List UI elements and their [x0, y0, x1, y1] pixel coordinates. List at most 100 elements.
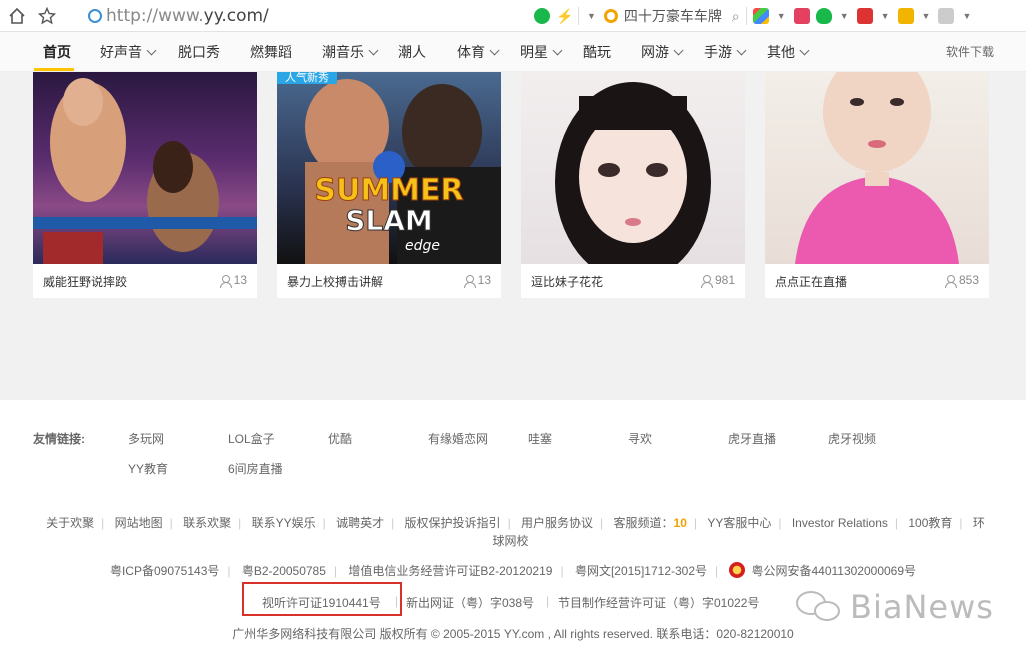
card-title[interactable]: 点点正在直播: [775, 273, 847, 290]
friend-link[interactable]: 多玩网: [128, 430, 164, 447]
nav-item-voice[interactable]: 好声音: [100, 42, 157, 62]
extension-green-icon[interactable]: [534, 8, 550, 24]
friend-link[interactable]: 虎牙直播: [728, 430, 776, 447]
highlight-box: [242, 582, 402, 616]
footer-link[interactable]: 诚聘英才: [336, 516, 384, 530]
service-channel[interactable]: 客服频道：10: [614, 516, 687, 530]
chevron-down-icon[interactable]: ▼: [962, 11, 971, 21]
chevron-down-icon: [673, 45, 684, 55]
hot-search[interactable]: 四十万豪车车牌 ⌕: [603, 6, 740, 26]
friend-link[interactable]: 虎牙视频: [828, 430, 876, 447]
apps-icon[interactable]: [752, 8, 769, 24]
reader-icon[interactable]: [856, 8, 873, 24]
star-icon[interactable]: [34, 3, 60, 29]
license-text[interactable]: 粤B2-20050785: [242, 564, 326, 578]
footer-link[interactable]: Investor Relations: [792, 516, 888, 530]
card-title[interactable]: 威能狂野说摔跤: [43, 273, 127, 290]
poster-sponsor: edge: [405, 238, 440, 254]
nav-item-cool[interactable]: 酷玩: [583, 42, 611, 62]
license-text[interactable]: 粤ICP备09075143号: [110, 564, 219, 578]
divider: [578, 7, 579, 25]
footer-link[interactable]: 版权保护投诉指引: [405, 516, 501, 530]
live-thumbnail[interactable]: SUMMER SLAM edge 人气新秀: [277, 72, 501, 264]
home-icon[interactable]: [4, 3, 30, 29]
friend-link[interactable]: 6间房直播: [228, 460, 283, 477]
nav-item-sports[interactable]: 体育: [457, 42, 500, 62]
viewer-icon: [219, 274, 232, 288]
divider: |: [546, 594, 550, 608]
streamer-image: [555, 82, 711, 264]
nav-item-dance[interactable]: 燃舞蹈: [250, 42, 292, 62]
nav-item-talkshow[interactable]: 脱口秀: [178, 42, 220, 62]
service-label: 客服频道：: [613, 516, 674, 530]
chevron-down-icon[interactable]: ▼: [881, 11, 890, 21]
footer-link[interactable]: 联系YY娱乐: [252, 516, 316, 530]
divider: |: [333, 564, 338, 578]
viewer-icon: [944, 274, 957, 288]
wrestler-image: [33, 78, 257, 264]
summerslam-poster: SUMMER SLAM edge: [305, 79, 501, 264]
streamer-image: [795, 72, 959, 264]
footer-link[interactable]: 关于欢聚: [46, 516, 94, 530]
shield-icon[interactable]: [815, 8, 832, 24]
wechat-icon: [796, 589, 842, 625]
nav-label: 其他: [767, 44, 795, 60]
license-text[interactable]: 粤公网安备44011302000069号: [751, 564, 916, 578]
license-text[interactable]: 粤网文[2015]1712-302号: [575, 564, 707, 578]
divider: |: [560, 564, 564, 578]
live-card[interactable]: 威能狂野说摔跤 13: [33, 72, 257, 298]
footer-link[interactable]: 网站地图: [115, 516, 163, 530]
chevron-down-icon[interactable]: ▼: [587, 11, 596, 21]
nav-item-music[interactable]: 潮音乐: [322, 42, 379, 62]
image-icon[interactable]: [938, 8, 955, 24]
divider: |: [391, 516, 395, 530]
chevron-down-icon: [146, 45, 157, 55]
download-link[interactable]: 软件下载: [946, 43, 994, 60]
friend-link[interactable]: LOL盒子: [228, 430, 275, 447]
address-bar[interactable]: http://www.yy.com/: [88, 4, 608, 28]
nav-item-other[interactable]: 其他: [767, 42, 810, 62]
divider: |: [894, 516, 899, 530]
divider: |: [227, 564, 231, 578]
chevron-down-icon[interactable]: ▼: [922, 11, 931, 21]
nav-label: 好声音: [100, 44, 142, 60]
live-card[interactable]: 逗比妹子花花 981: [521, 72, 745, 298]
license-text[interactable]: 新出网证（粤）字038号: [406, 594, 534, 611]
live-thumbnail[interactable]: [33, 72, 257, 264]
viewer-count-value: 13: [477, 273, 491, 287]
footer-link[interactable]: YY客服中心: [707, 516, 771, 530]
license-text[interactable]: 增值电信业务经营许可证B2-20120219: [348, 564, 552, 578]
license-text[interactable]: 节目制作经营许可证（粤）字01022号: [558, 594, 759, 611]
chevron-down-icon[interactable]: ▼: [840, 11, 849, 21]
screenshot-icon[interactable]: [897, 8, 914, 24]
chevron-down-icon[interactable]: ▼: [777, 11, 786, 21]
nav-item-mobilegame[interactable]: 手游: [704, 42, 747, 62]
friend-link[interactable]: 有缘婚恋网: [428, 430, 488, 447]
live-card[interactable]: SUMMER SLAM edge 人气新秀 暴力上校搏击讲解 13: [277, 72, 501, 298]
footer: 友情链接: 多玩网 LOL盒子 优酷 有缘婚恋网 哇塞 寻欢 虎牙直播 虎牙视频…: [0, 400, 1026, 666]
nav-item-stars[interactable]: 明星: [520, 42, 563, 62]
divider: |: [715, 564, 719, 578]
live-card[interactable]: 点点正在直播 853: [765, 72, 989, 298]
footer-link[interactable]: 100教育: [908, 516, 952, 530]
card-title[interactable]: 暴力上校搏击讲解: [287, 273, 383, 290]
browser-tools: ⚡ ▼ 四十万豪车车牌 ⌕ ▼ ▼ ▼ ▼ ▼: [534, 3, 973, 29]
live-thumbnail[interactable]: [765, 72, 989, 264]
lightning-icon[interactable]: ⚡: [556, 8, 573, 24]
friend-link[interactable]: 寻欢: [628, 430, 652, 447]
viewer-count: 13: [219, 273, 247, 288]
nav-item-trend[interactable]: 潮人: [398, 42, 426, 62]
nav-label: 明星: [520, 44, 548, 60]
nav-item-netgame[interactable]: 网游: [641, 42, 684, 62]
footer-link[interactable]: 联系欢聚: [183, 516, 231, 530]
copyright: 广州华多网络科技有限公司 版权所有 © 2005-2015 YY.com , A…: [232, 627, 794, 641]
search-icon[interactable]: ⌕: [732, 8, 740, 25]
friend-link[interactable]: 优酷: [328, 430, 352, 447]
friend-link[interactable]: 哇塞: [528, 430, 552, 447]
footer-link[interactable]: 用户服务协议: [521, 516, 593, 530]
translate-icon[interactable]: [793, 8, 810, 24]
nav-item-home[interactable]: 首页: [43, 42, 71, 62]
live-thumbnail[interactable]: [521, 72, 745, 264]
card-title[interactable]: 逗比妹子花花: [531, 273, 603, 290]
friend-link[interactable]: YY教育: [128, 460, 168, 477]
